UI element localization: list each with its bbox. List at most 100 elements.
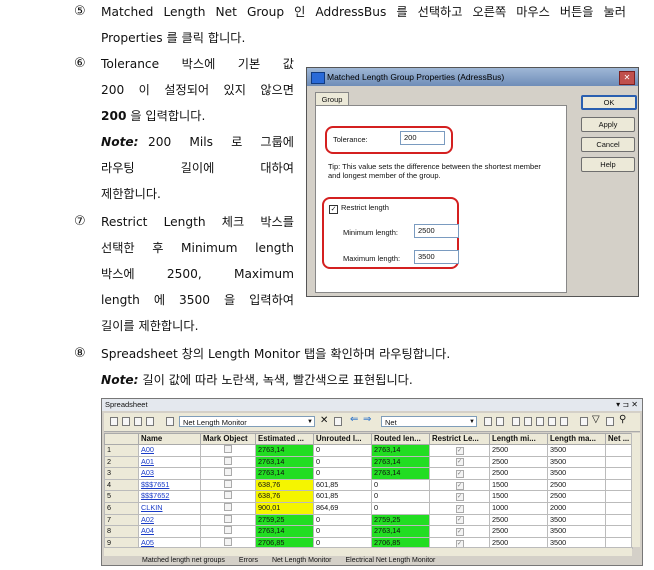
arrow-left-icon[interactable]: ⇐: [350, 414, 358, 425]
column-header[interactable]: [104, 433, 139, 445]
window-controls[interactable]: ▾ ⊐ ✕: [616, 399, 638, 411]
tool-icon[interactable]: [146, 417, 154, 426]
column-header[interactable]: Restrict Le...: [429, 433, 490, 445]
word: 이: [138, 83, 150, 97]
column-header[interactable]: Net ...: [605, 433, 633, 445]
tool-icon[interactable]: [122, 417, 130, 426]
chevron-down-icon[interactable]: ▼: [307, 417, 313, 428]
column-header[interactable]: Mark Object: [200, 433, 256, 445]
view-select[interactable]: Net Length Monitor ▼: [179, 416, 315, 427]
find-icon[interactable]: ⚲: [619, 414, 626, 425]
table-row[interactable]: 7 A02 2759,25 0 2759,25 ✓ 2500 3500: [104, 513, 633, 527]
help-button[interactable]: Help: [581, 157, 635, 172]
column-header[interactable]: Length mi...: [489, 433, 548, 445]
checkbox-icon[interactable]: [224, 491, 232, 500]
spreadsheet-window: Spreadsheet ▾ ⊐ ✕ Net Length Monitor ▼ ✕ …: [101, 398, 643, 566]
checkbox-icon[interactable]: [224, 526, 232, 535]
checkbox-icon[interactable]: [224, 457, 232, 465]
checkbox-icon[interactable]: ✓: [455, 481, 464, 490]
step6-note-line1: 200 Mils 로 그룹에: [148, 134, 294, 150]
table-cell: 4: [104, 478, 139, 492]
table-row[interactable]: 8 A04 2763,14 0 2763,14 ✓ 2500 3500: [104, 525, 633, 538]
tolerance-input[interactable]: 200: [400, 131, 445, 145]
align-left-icon[interactable]: [512, 417, 520, 426]
checkbox-icon[interactable]: [224, 468, 232, 477]
close-icon[interactable]: ✕: [619, 71, 635, 85]
table-cell: 0: [371, 478, 430, 492]
checkbox-icon[interactable]: [224, 445, 232, 453]
tool-icon[interactable]: [134, 417, 142, 426]
vertical-scrollbar[interactable]: [631, 433, 640, 547]
checkbox-icon[interactable]: ✓: [455, 469, 464, 478]
tab-group[interactable]: Group: [315, 92, 349, 106]
cancel-button[interactable]: Cancel: [581, 137, 635, 152]
table-cell: ✓: [429, 478, 490, 492]
align-center-icon[interactable]: [524, 417, 532, 426]
table-cell: [605, 490, 633, 503]
arrow-right-icon[interactable]: ⇒: [363, 414, 371, 425]
checkbox-icon[interactable]: [224, 515, 232, 523]
close-icon[interactable]: ✕: [320, 415, 328, 426]
table-row[interactable]: 2 A01 2763,14 0 2763,14 ✓ 2500 3500: [104, 455, 633, 469]
sheet-tab[interactable]: Errors: [239, 557, 258, 564]
max-length-input[interactable]: 3500: [414, 250, 459, 264]
table-row[interactable]: 3 A03 2763,14 0 2763,14 ✓ 2500 3500: [104, 467, 633, 480]
table-row[interactable]: 1 A00 2763,14 0 2763,14 ✓ 2500 3500: [104, 444, 633, 457]
tool-icon[interactable]: [484, 417, 492, 426]
chevron-down-icon[interactable]: ▼: [469, 417, 475, 428]
table-row[interactable]: 5 $$$7652 638,76 601,85 0 ✓ 1500 2500: [104, 490, 633, 503]
filter-icon[interactable]: ▽: [592, 414, 600, 425]
ok-button[interactable]: OK: [581, 95, 637, 110]
tool-icon[interactable]: [110, 417, 118, 426]
table-row[interactable]: 4 $$$7651 638,76 601,85 0 ✓ 1500 2500: [104, 478, 633, 492]
column-header[interactable]: Routed len...: [371, 433, 430, 445]
checkbox-icon[interactable]: ✓: [455, 504, 464, 513]
table-cell: 2000: [547, 501, 606, 515]
column-header[interactable]: Unrouted l...: [313, 433, 372, 445]
table-cell: 864,69: [313, 501, 372, 515]
table-cell: 3: [104, 467, 139, 480]
word: 2500,: [166, 267, 202, 281]
horizontal-scrollbar[interactable]: [104, 547, 632, 556]
table-cell: [200, 478, 256, 492]
checkbox-icon[interactable]: [224, 538, 232, 546]
checkbox-icon[interactable]: ✓: [455, 516, 464, 525]
checkbox-icon[interactable]: ✓: [455, 458, 464, 467]
justify-icon[interactable]: [548, 417, 556, 426]
sort-icon[interactable]: [580, 417, 588, 426]
checkbox-icon[interactable]: ✓: [455, 493, 464, 502]
restrict-length-checkbox[interactable]: ✓ Restrict length: [329, 203, 389, 214]
table-cell: [200, 525, 256, 538]
tool-icon[interactable]: [334, 417, 342, 426]
apply-button[interactable]: Apply: [581, 117, 635, 132]
tool-icon[interactable]: [166, 417, 174, 426]
step-number: ⑥: [74, 56, 86, 71]
word: 값: [282, 57, 294, 71]
column-header[interactable]: Length ma...: [547, 433, 606, 445]
sheet-tab[interactable]: Net Length Monitor: [272, 557, 332, 564]
step6-note-line3: 제한합니다.: [101, 187, 161, 201]
word: 라우팅: [101, 161, 135, 175]
table-cell: 2763,14: [371, 467, 430, 480]
tool-icon[interactable]: [496, 417, 504, 426]
min-length-input[interactable]: 2500: [414, 224, 459, 238]
checkbox-icon[interactable]: ✓: [329, 205, 338, 214]
table-row[interactable]: 6 CLKIN 900,01 864,69 0 ✓ 1000 2000: [104, 501, 633, 515]
checkbox-icon[interactable]: ✓: [455, 527, 464, 536]
tip-text: Tip: This value sets the difference betw…: [328, 162, 541, 171]
tool-icon[interactable]: [606, 417, 614, 426]
table-cell: 1500: [489, 490, 548, 503]
word: Group: [246, 5, 285, 19]
column-header[interactable]: Estimated ...: [255, 433, 314, 445]
checkbox-icon[interactable]: ✓: [455, 446, 464, 455]
sheet-tab[interactable]: Matched length net groups: [142, 557, 225, 564]
net-select[interactable]: Net ▼: [381, 416, 477, 427]
step6-line1: Tolerance 박스에 기본 값: [101, 56, 294, 72]
sheet-tab[interactable]: Electrical Net Length Monitor: [346, 557, 436, 564]
checkbox-icon[interactable]: [224, 480, 232, 488]
step5-line2: Properties 를 클릭 합니다.: [101, 31, 246, 45]
wrap-icon[interactable]: [560, 417, 568, 426]
align-right-icon[interactable]: [536, 417, 544, 426]
checkbox-icon[interactable]: [224, 503, 232, 511]
column-header[interactable]: Name: [138, 433, 201, 445]
